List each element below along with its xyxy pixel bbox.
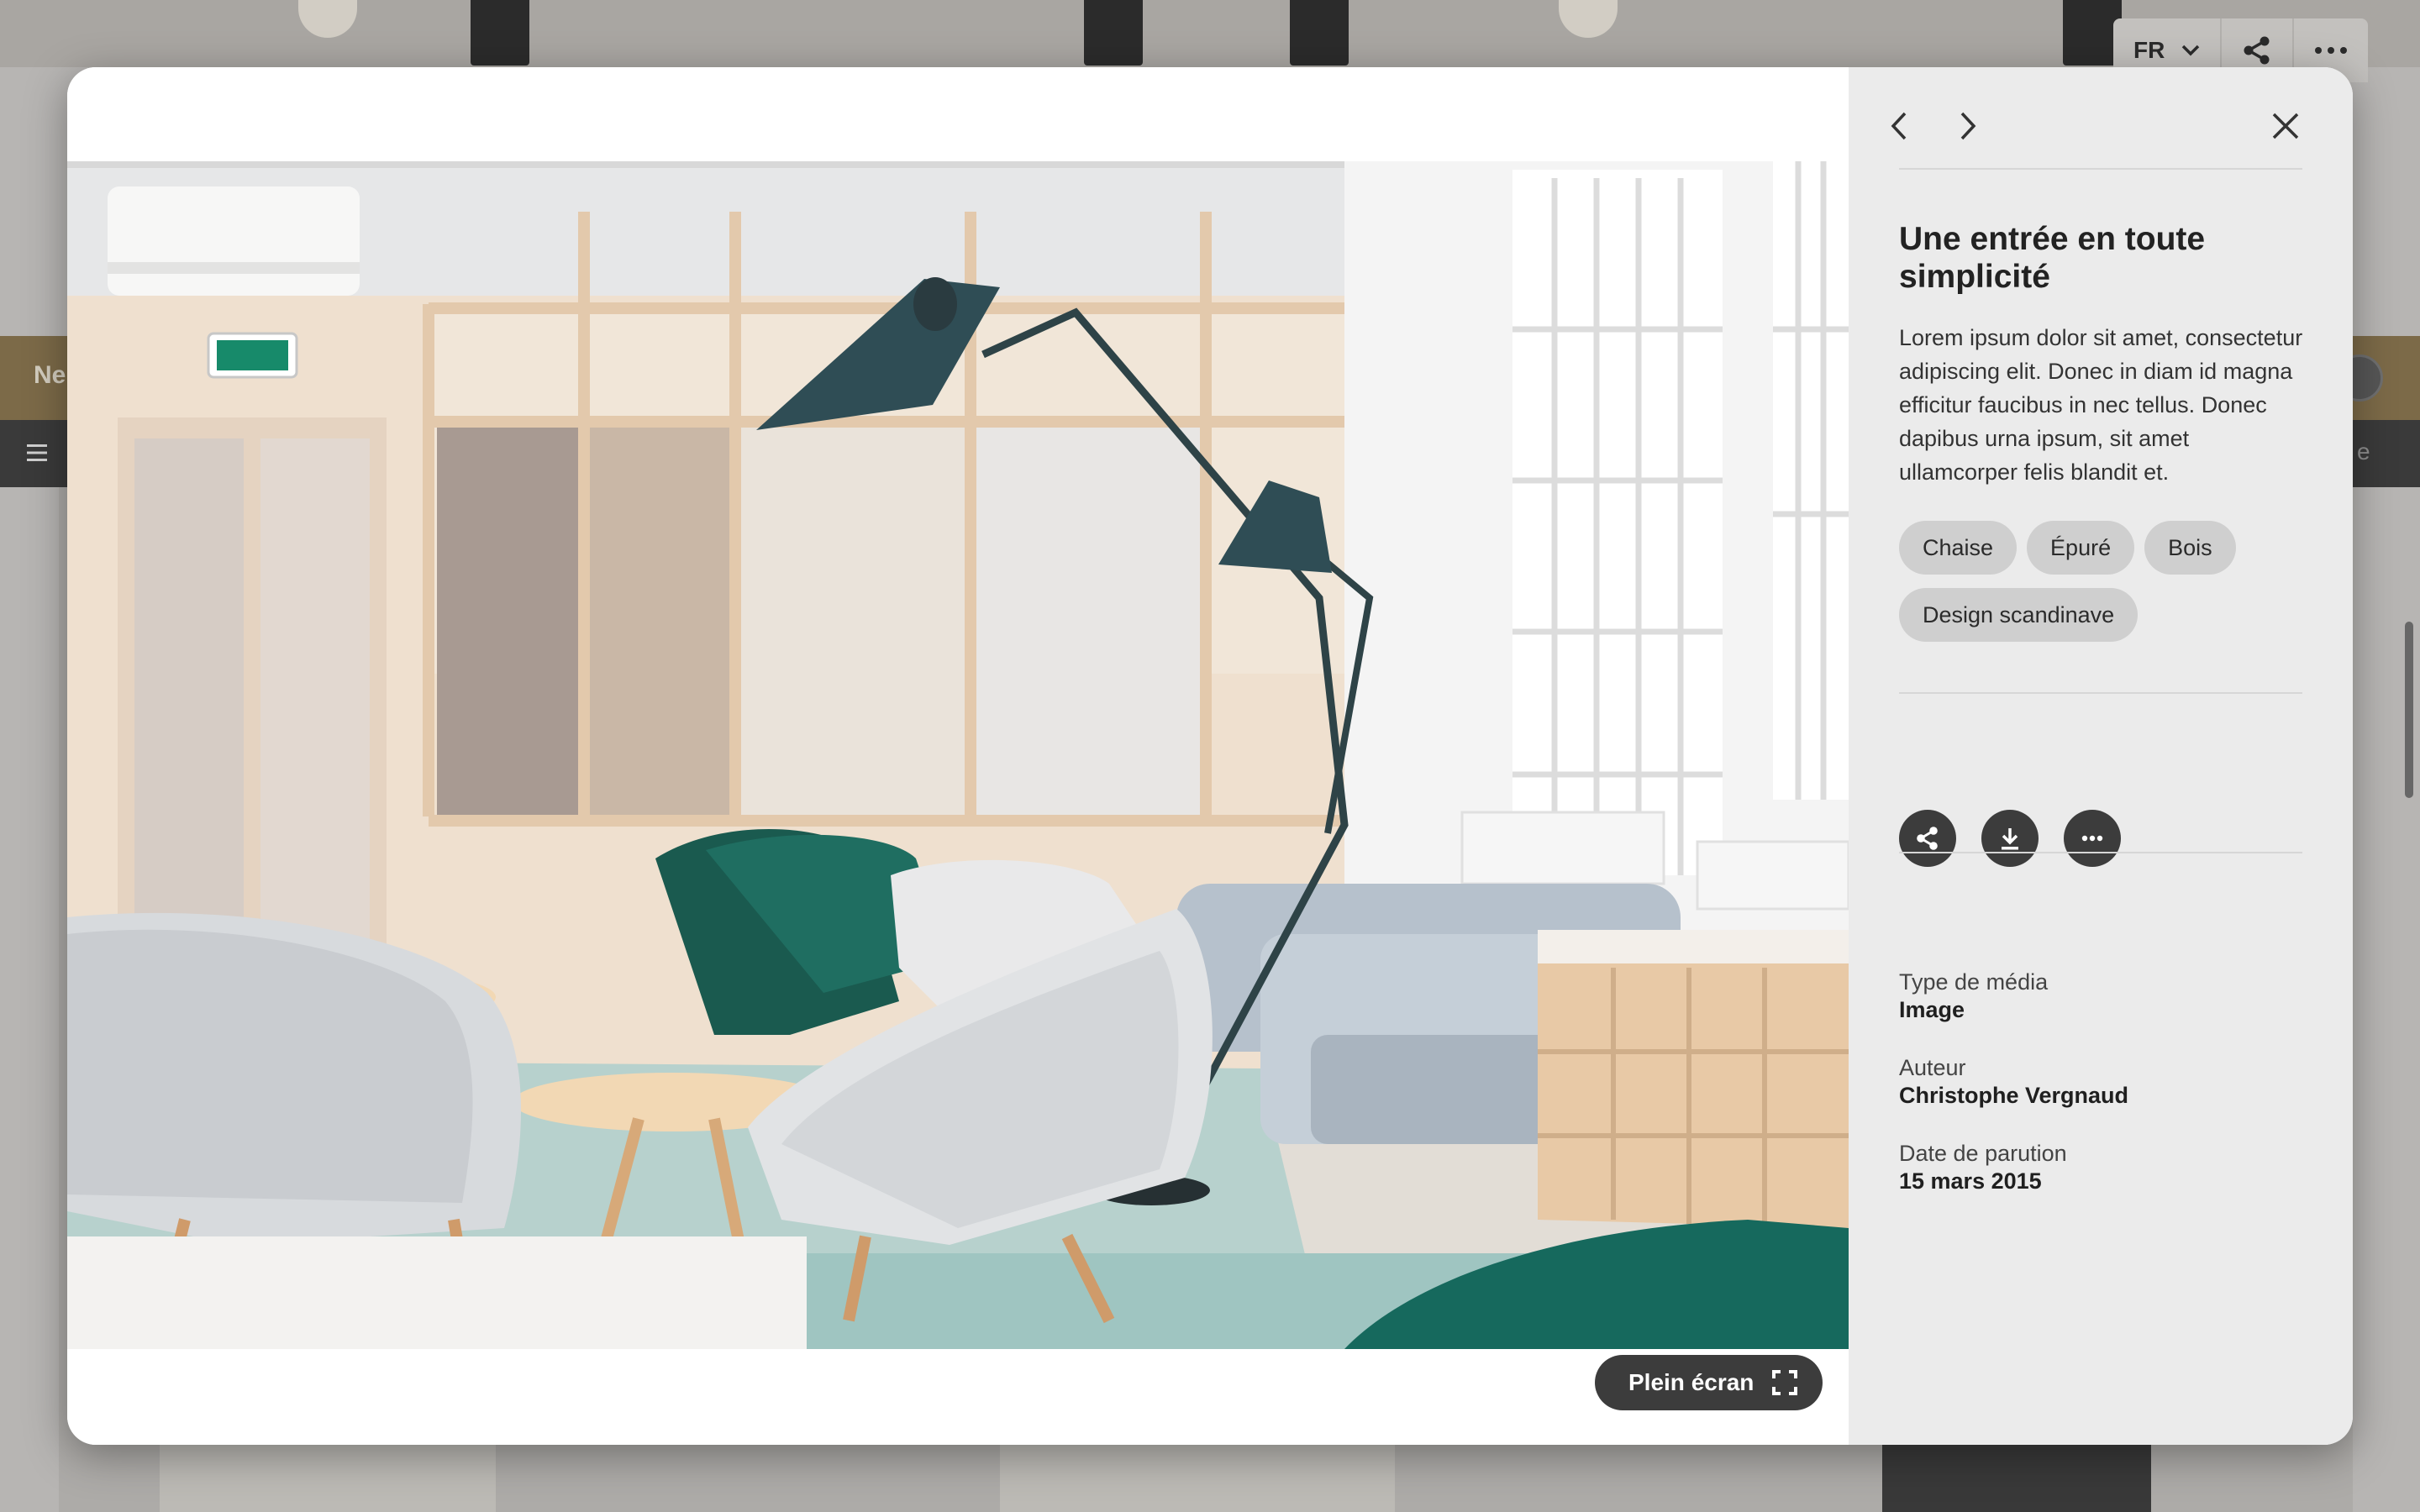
share-button[interactable] bbox=[1899, 810, 1956, 867]
divider bbox=[1899, 852, 2302, 853]
share-icon bbox=[1914, 825, 1941, 852]
media-viewer-modal: Plein écran Une entrée en toute simplici… bbox=[67, 67, 2353, 1445]
previous-button[interactable] bbox=[1874, 101, 1924, 151]
tag-bois[interactable]: Bois bbox=[2144, 521, 2236, 575]
chevron-right-icon bbox=[1959, 111, 1977, 141]
metadata-media-type: Type de média Image bbox=[1899, 969, 2302, 1025]
more-icon bbox=[2081, 835, 2103, 842]
more-button[interactable] bbox=[2064, 810, 2121, 867]
metadata-label: Auteur bbox=[1899, 1055, 1966, 1080]
divider bbox=[1899, 168, 2302, 170]
navigation-row bbox=[1891, 101, 2302, 151]
expand-icon bbox=[1772, 1370, 1798, 1395]
close-icon bbox=[2271, 112, 2300, 140]
metadata-value: Image bbox=[1899, 997, 1965, 1022]
tag-list: Chaise Épuré Bois Design scandinave bbox=[1899, 521, 2302, 642]
metadata-value: 15 mars 2015 bbox=[1899, 1168, 2042, 1194]
fullscreen-button[interactable]: Plein écran bbox=[1595, 1355, 1823, 1410]
media-image bbox=[67, 161, 1849, 1349]
metadata-publication-date: Date de parution 15 mars 2015 bbox=[1899, 1141, 2302, 1196]
tag-epure[interactable]: Épuré bbox=[2027, 521, 2135, 575]
divider bbox=[1899, 692, 2302, 694]
download-icon bbox=[1998, 826, 2022, 851]
chevron-left-icon bbox=[1890, 111, 1908, 141]
tag-chaise[interactable]: Chaise bbox=[1899, 521, 2018, 575]
details-panel: Une entrée en toute simplicité Lorem ips… bbox=[1849, 67, 2353, 1445]
metadata-value: Christophe Vergnaud bbox=[1899, 1083, 2129, 1108]
metadata-label: Type de média bbox=[1899, 969, 2049, 995]
media-title: Une entrée en toute simplicité bbox=[1899, 221, 2206, 295]
action-buttons bbox=[1899, 810, 2121, 867]
metadata-author: Auteur Christophe Vergnaud bbox=[1899, 1055, 2302, 1110]
tag-design-scandinave[interactable]: Design scandinave bbox=[1899, 588, 2139, 642]
media-area: Plein écran bbox=[67, 67, 1849, 1445]
media-description: Lorem ipsum dolor sit amet, consectetur … bbox=[1899, 325, 2303, 485]
metadata-label: Date de parution bbox=[1899, 1141, 2067, 1166]
next-button[interactable] bbox=[1943, 101, 1993, 151]
close-button[interactable] bbox=[2260, 101, 2311, 151]
metadata-list: Type de média Image Auteur Christophe Ve… bbox=[1899, 969, 2302, 1226]
fullscreen-label: Plein écran bbox=[1628, 1369, 1754, 1395]
download-button[interactable] bbox=[1981, 810, 2039, 867]
